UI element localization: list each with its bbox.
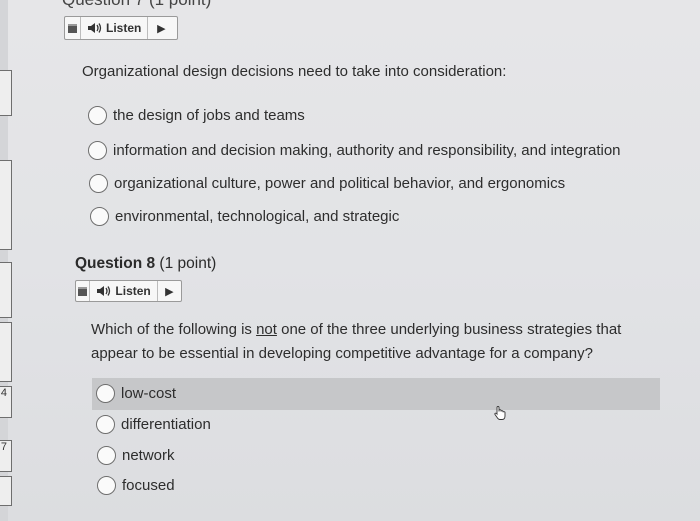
- speaker-icon: [88, 23, 102, 33]
- radio-button[interactable]: [90, 207, 109, 226]
- hovered-option-row: [92, 378, 660, 410]
- listen-toolbar-q8: Listen ▶: [75, 280, 182, 302]
- left-panel-box: [0, 322, 12, 382]
- play-icon[interactable]: ▶: [148, 17, 174, 39]
- radio-button[interactable]: [89, 174, 108, 193]
- q7-option-4[interactable]: environmental, technological, and strate…: [90, 207, 399, 226]
- q8-option-differentiation[interactable]: differentiation: [96, 415, 211, 434]
- radio-button[interactable]: [88, 141, 107, 160]
- option-label: organizational culture, power and politi…: [114, 175, 566, 192]
- radio-button[interactable]: [97, 476, 116, 495]
- question-8-title: Question 8: [75, 255, 156, 272]
- left-panel-number-box: 7: [0, 440, 12, 472]
- q7-option-3[interactable]: organizational culture, power and politi…: [89, 174, 565, 193]
- option-label: differentiation: [121, 416, 211, 433]
- option-label: information and decision making, authori…: [113, 142, 621, 159]
- left-panel-box: [0, 262, 12, 318]
- document-icon[interactable]: [65, 17, 81, 39]
- speaker-icon: [97, 286, 111, 296]
- question-7-prompt: Organizational design decisions need to …: [82, 63, 507, 80]
- option-label: network: [122, 447, 175, 464]
- q7-option-1[interactable]: the design of jobs and teams: [88, 106, 305, 125]
- left-panel-box: [0, 70, 12, 116]
- left-panel-number-box: 4: [0, 386, 12, 418]
- q7-option-2[interactable]: information and decision making, authori…: [88, 141, 621, 160]
- document-icon[interactable]: [76, 281, 91, 301]
- play-icon[interactable]: ▶: [158, 281, 181, 301]
- listen-button[interactable]: Listen: [81, 17, 149, 39]
- listen-button[interactable]: Listen: [90, 281, 158, 301]
- q8-option-network[interactable]: network: [97, 446, 175, 465]
- question-8-prompt: Which of the following is not one of the…: [91, 318, 651, 366]
- listen-toolbar-q7: Listen ▶: [64, 16, 178, 40]
- prompt-emphasis: not: [256, 321, 277, 338]
- question-8-points: (1 point): [159, 255, 217, 272]
- option-label: the design of jobs and teams: [113, 107, 305, 124]
- option-label: focused: [122, 477, 175, 494]
- radio-button[interactable]: [96, 415, 115, 434]
- radio-button[interactable]: [96, 384, 115, 403]
- left-panel-box: [0, 476, 12, 506]
- listen-label: Listen: [106, 21, 142, 35]
- q8-option-low-cost[interactable]: low-cost: [96, 384, 176, 403]
- left-panel-box: [0, 160, 12, 250]
- left-panel-number: 4: [0, 387, 7, 399]
- radio-button[interactable]: [88, 106, 107, 125]
- q8-option-focused[interactable]: focused: [97, 476, 175, 495]
- prompt-text: Which of the following is: [91, 321, 257, 338]
- option-label: environmental, technological, and strate…: [115, 208, 400, 225]
- radio-button[interactable]: [97, 446, 116, 465]
- listen-label: Listen: [115, 284, 151, 298]
- left-panel-number: 7: [0, 441, 7, 453]
- option-label: low-cost: [121, 385, 177, 402]
- hand-cursor-icon: [492, 405, 508, 425]
- question-8-heading: Question 8 (1 point): [75, 255, 216, 273]
- question-7-heading-partial: Question 7 (1 point): [62, 0, 211, 10]
